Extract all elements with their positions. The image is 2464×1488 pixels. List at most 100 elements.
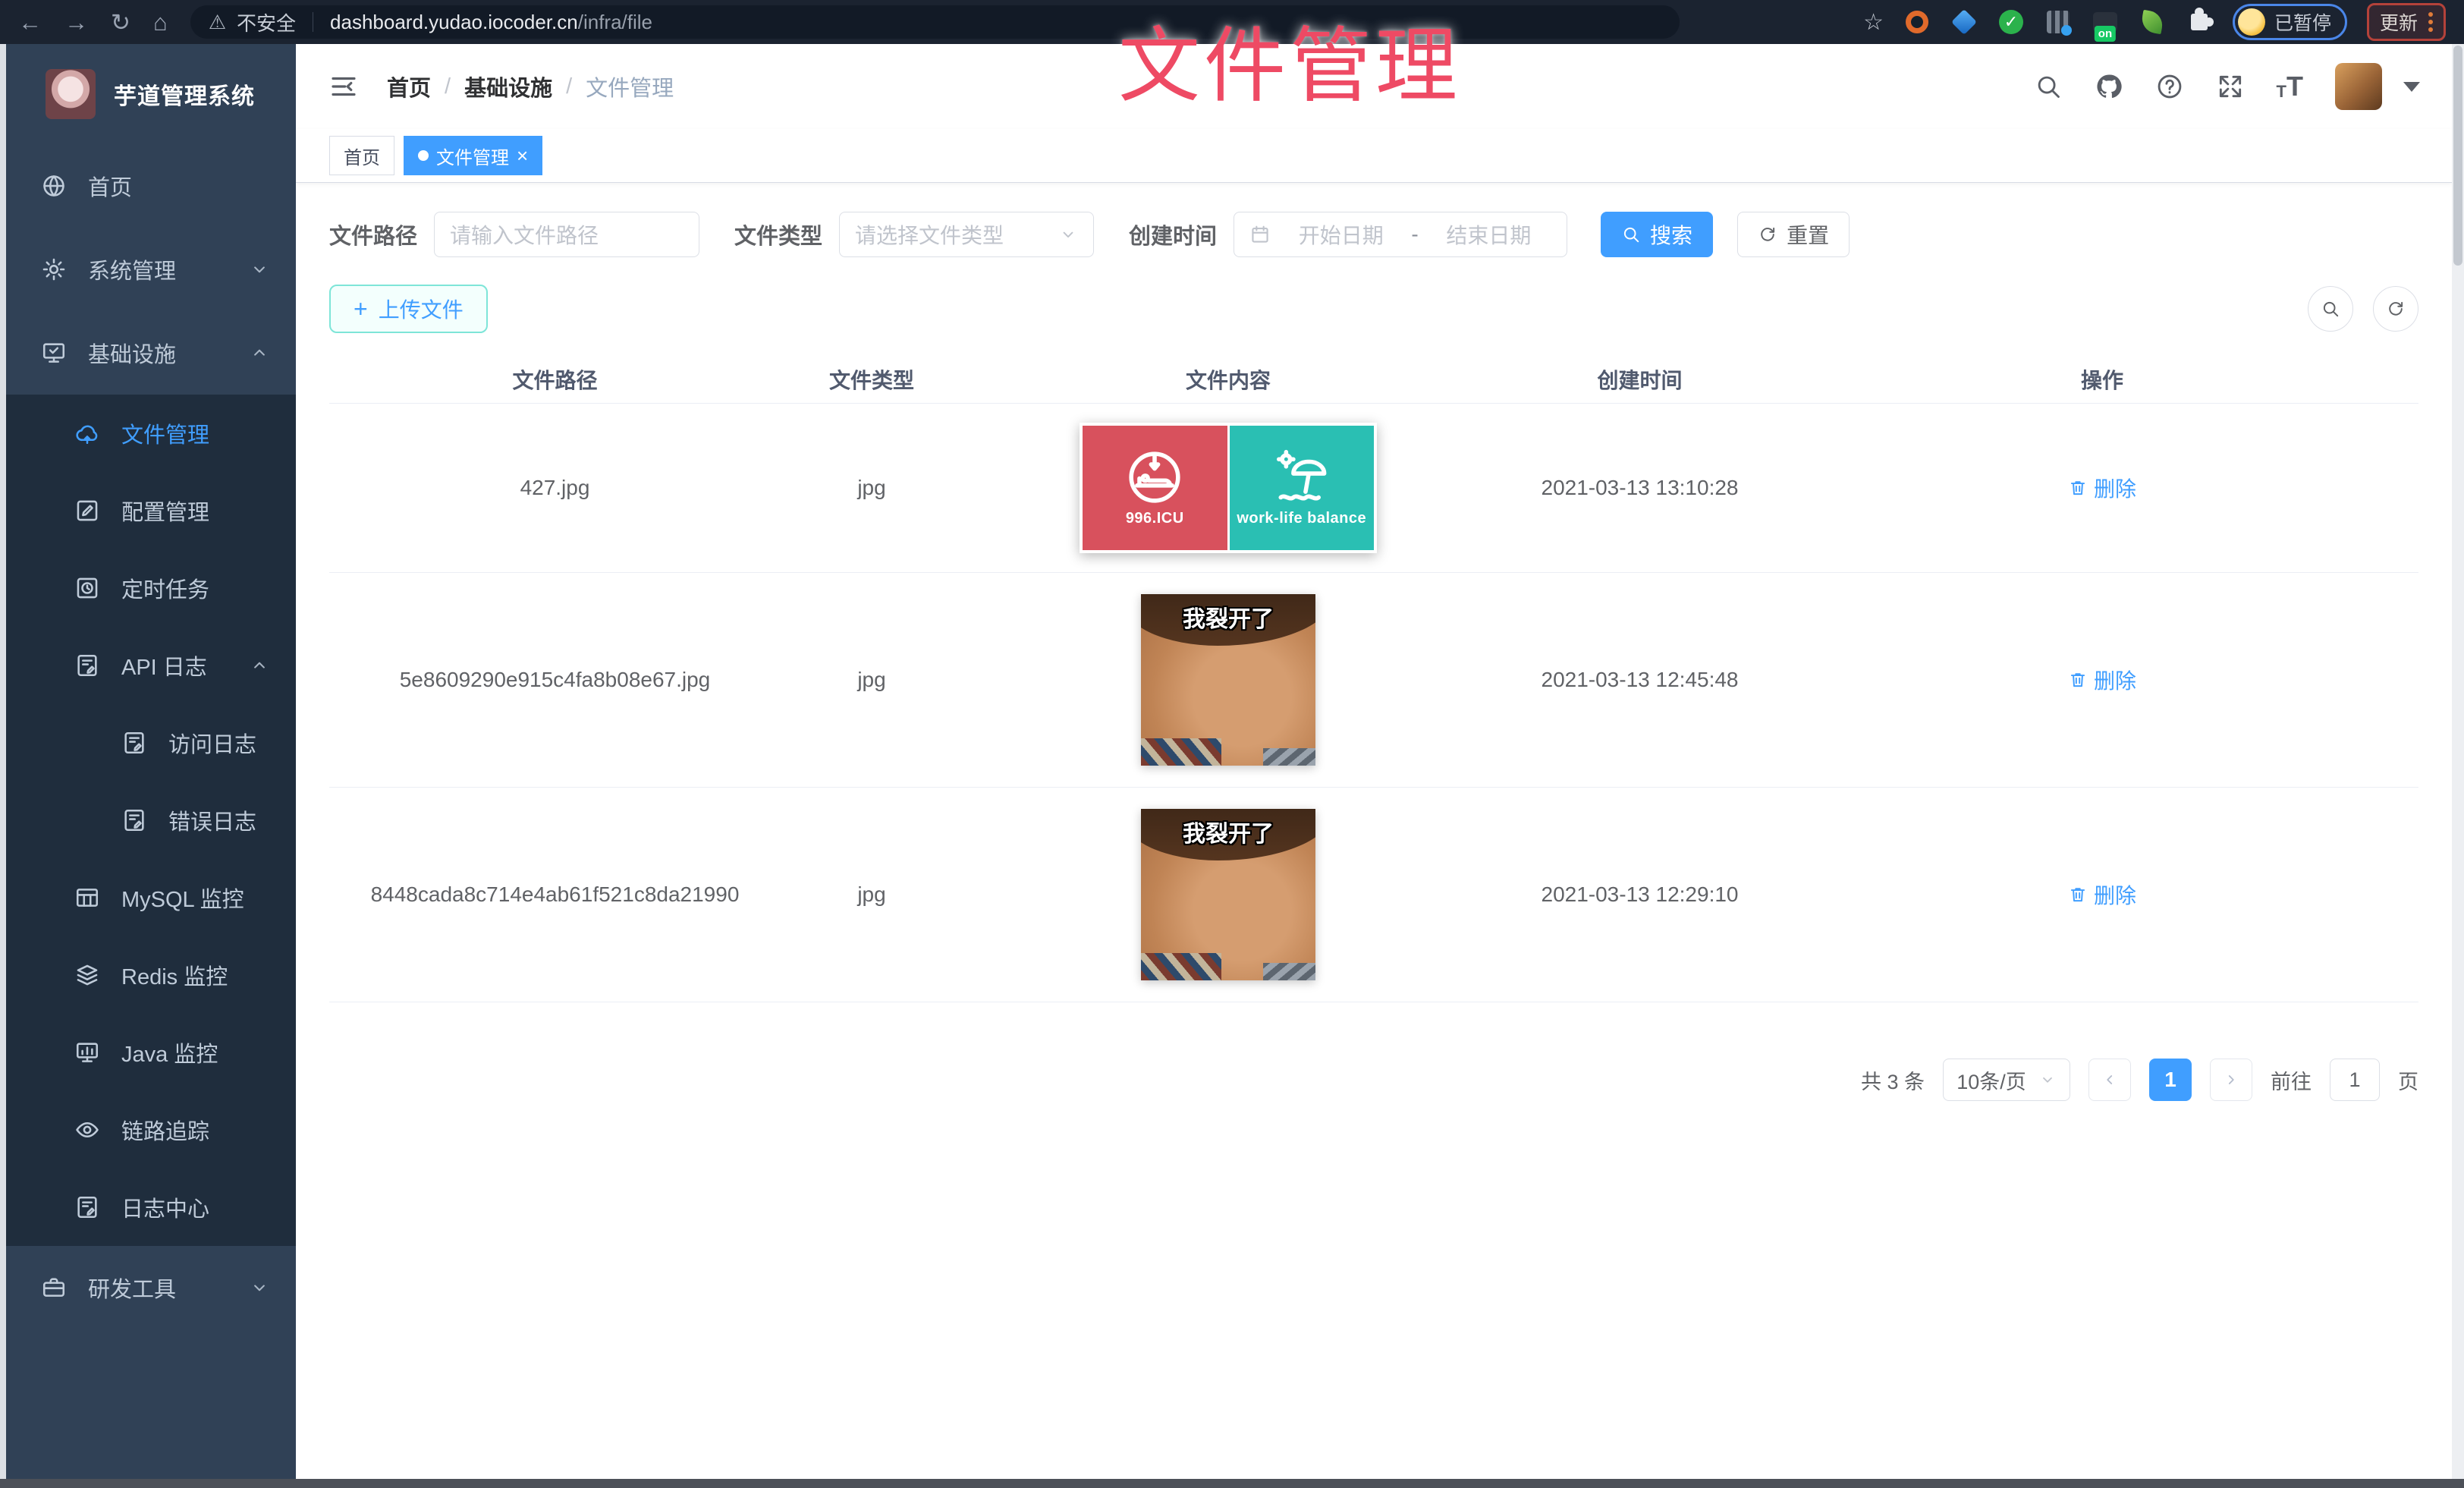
page-unit-label: 页: [2398, 1065, 2418, 1095]
meme-caption: 我裂开了: [1141, 815, 1315, 848]
sidebar-item-dev-tools[interactable]: 研发工具: [6, 1246, 296, 1329]
sidebar-item-access-logs[interactable]: 访问日志: [6, 704, 296, 782]
chevron-left-icon: [2101, 1071, 2119, 1089]
toolbox-icon: [41, 1275, 67, 1301]
date-range-picker[interactable]: 开始日期 - 结束日期: [1234, 212, 1567, 257]
prev-page-button[interactable]: [2088, 1059, 2131, 1101]
toolbar-right-buttons: [2308, 286, 2418, 332]
extension-blue-icon[interactable]: [1950, 8, 1978, 36]
sidebar-item-config-management[interactable]: 配置管理: [6, 472, 296, 549]
github-icon[interactable]: [2095, 72, 2123, 101]
start-date-placeholder: 开始日期: [1278, 219, 1403, 250]
browser-profile-chip[interactable]: 已暂停: [2233, 4, 2347, 40]
sidebar-item-api-logs[interactable]: API 日志: [6, 627, 296, 704]
app-title: 芋道管理系统: [114, 77, 255, 111]
app-logo-row[interactable]: 芋道管理系统: [6, 44, 296, 144]
file-path-input[interactable]: 请输入文件路径: [434, 212, 699, 257]
sidebar-item-log-center[interactable]: 日志中心: [6, 1169, 296, 1246]
sidebar-item-trace[interactable]: 链路追踪: [6, 1091, 296, 1169]
upload-file-button[interactable]: + 上传文件: [329, 285, 488, 333]
profile-emoji-avatar: [2238, 8, 2265, 36]
security-warning-icon: ⚠: [209, 11, 226, 34]
font-size-icon[interactable]: TT: [2277, 73, 2303, 100]
filter-form: 文件路径 请输入文件路径 文件类型 请选择文件类型 创建时间 开始日期 - 结束…: [329, 212, 2418, 257]
table-row: 8448cada8c714e4ab61f521c8da21990 jpg 我裂开…: [329, 788, 2418, 1002]
breadcrumb-home[interactable]: 首页: [387, 71, 431, 102]
sidebar-item-mysql-monitor[interactable]: MySQL 监控: [6, 859, 296, 936]
update-label: 更新: [2380, 8, 2418, 36]
page-size-select[interactable]: 10条/页: [1943, 1059, 2070, 1101]
file-path-label: 文件路径: [329, 219, 417, 250]
breadcrumb-infrastructure[interactable]: 基础设施: [464, 71, 552, 102]
hamburger-icon[interactable]: [328, 71, 360, 102]
breadcrumb-current: 文件管理: [586, 71, 674, 102]
extension-bars-icon[interactable]: [2044, 8, 2072, 36]
delete-button[interactable]: 删除: [2068, 879, 2136, 910]
col-create-time: 创建时间: [1597, 364, 1682, 395]
scrollbar-thumb[interactable]: [2453, 46, 2462, 266]
extension-on-badge-icon[interactable]: on: [2092, 8, 2119, 36]
sidebar-item-scheduled-jobs[interactable]: 定时任务: [6, 549, 296, 627]
file-preview-996-banner[interactable]: 996.ICU work-life balance: [1080, 423, 1377, 553]
plus-icon: +: [354, 297, 368, 321]
file-preview-baby-meme[interactable]: 我裂开了: [1141, 594, 1315, 766]
sidebar-item-redis-monitor[interactable]: Redis 监控: [6, 936, 296, 1014]
search-icon[interactable]: [2034, 72, 2063, 101]
sidebar-item-java-monitor[interactable]: Java 监控: [6, 1014, 296, 1091]
table-header-row: 文件路径 文件类型 文件内容 创建时间 操作: [329, 356, 2418, 404]
file-type-select[interactable]: 请选择文件类型: [839, 212, 1094, 257]
extension-leaf-icon[interactable]: [2139, 8, 2166, 36]
file-type-cell: jpg: [857, 668, 885, 692]
file-type-label: 文件类型: [734, 219, 822, 250]
close-icon[interactable]: ×: [517, 146, 528, 165]
job-clock-icon: [74, 575, 100, 601]
browser-update-button[interactable]: 更新: [2367, 3, 2446, 41]
toggle-search-button[interactable]: [2308, 286, 2353, 332]
extension-green-check-icon[interactable]: ✓: [1997, 8, 2025, 36]
file-table: 文件路径 文件类型 文件内容 创建时间 操作 427.jpg jpg 996.I…: [329, 356, 2418, 1002]
sidebar-item-system[interactable]: 系统管理: [6, 228, 296, 311]
browser-forward-icon[interactable]: →: [64, 11, 88, 34]
search-icon: [2321, 299, 2340, 319]
create-time-cell: 2021-03-13 13:10:28: [1542, 476, 1739, 500]
current-page-button[interactable]: 1: [2149, 1059, 2192, 1101]
window-left-edge: [0, 44, 6, 1479]
sidebar-item-file-management[interactable]: 文件管理: [6, 395, 296, 472]
refresh-table-button[interactable]: [2373, 286, 2418, 332]
fullscreen-icon[interactable]: [2216, 72, 2245, 101]
extension-orange-icon[interactable]: [1903, 8, 1931, 36]
table-toolbar: + 上传文件: [329, 285, 2418, 333]
avatar-caret-icon[interactable]: [2403, 82, 2420, 92]
search-button[interactable]: 搜索: [1601, 212, 1713, 257]
log-icon: [74, 1194, 100, 1220]
sidebar-item-infrastructure[interactable]: 基础设施: [6, 311, 296, 395]
app-logo-avatar: [46, 69, 96, 119]
next-page-button[interactable]: [2210, 1059, 2252, 1101]
reset-button[interactable]: 重置: [1737, 212, 1850, 257]
chevron-down-icon: [2038, 1071, 2057, 1089]
browser-reload-icon[interactable]: ↻: [111, 11, 130, 34]
sidebar-item-error-logs[interactable]: 错误日志: [6, 782, 296, 859]
sidebar-item-home[interactable]: 首页: [6, 144, 296, 228]
log-icon: [74, 653, 100, 678]
col-file-type: 文件类型: [829, 364, 914, 395]
goto-page-input[interactable]: 1: [2330, 1059, 2380, 1101]
annotation-overlay-title: 文件管理: [1118, 0, 1461, 118]
banner-left-996: 996.ICU: [1083, 426, 1227, 550]
chevron-up-icon: [249, 342, 270, 363]
browser-home-icon[interactable]: ⌂: [153, 11, 168, 34]
delete-button[interactable]: 删除: [2068, 665, 2136, 695]
extension-puzzle-icon[interactable]: [2186, 8, 2213, 36]
browser-menu-dots-icon[interactable]: [2428, 12, 2433, 32]
help-icon[interactable]: [2155, 72, 2184, 101]
tag-file-management[interactable]: 文件管理 ×: [404, 136, 542, 175]
bookmark-star-icon[interactable]: ☆: [1863, 9, 1884, 36]
browser-back-icon[interactable]: ←: [18, 11, 42, 34]
delete-button[interactable]: 删除: [2068, 473, 2136, 503]
page-scrollbar[interactable]: [2452, 44, 2464, 1479]
file-preview-baby-meme[interactable]: 我裂开了: [1141, 809, 1315, 980]
tag-home[interactable]: 首页: [329, 136, 394, 175]
user-avatar[interactable]: [2335, 63, 2382, 110]
file-path-cell: 427.jpg: [520, 476, 590, 500]
col-file-content: 文件内容: [1186, 364, 1271, 395]
